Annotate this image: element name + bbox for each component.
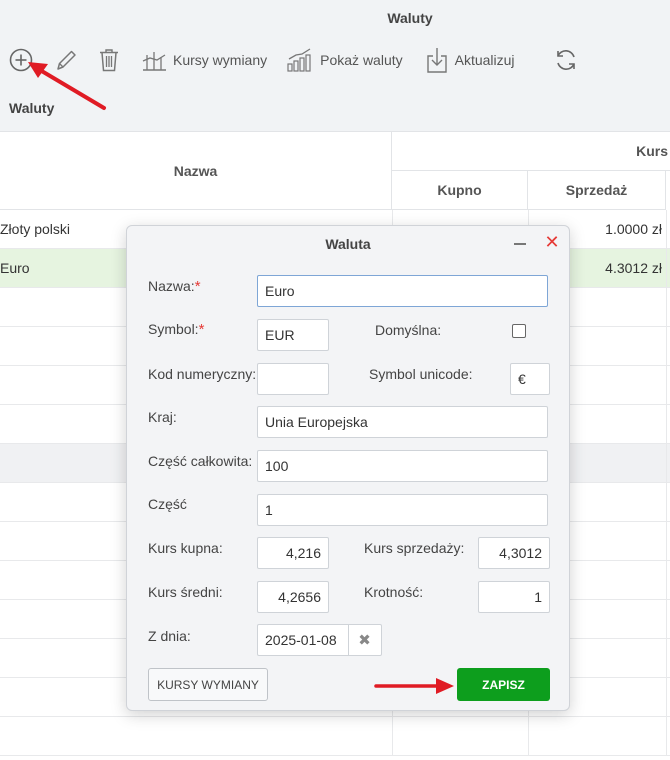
toolbar: Kursy wymiany Pokaż waluty Aktualizuj [6, 44, 579, 76]
czesc-label: Część [148, 496, 187, 512]
kurs-sprzedazy-input[interactable]: 4,3012 [478, 537, 550, 569]
unicode-label: Symbol unicode: [369, 366, 473, 382]
refresh-icon [553, 47, 579, 73]
czesc-input[interactable]: 1 [257, 494, 548, 526]
column-header-kurs: Kurs [392, 132, 670, 171]
add-button[interactable] [8, 47, 34, 73]
refresh-button[interactable] [553, 47, 579, 73]
exchange-rates-dialog-button[interactable]: KURSY WYMIANY [148, 668, 268, 701]
kraj-input[interactable]: Unia Europejska [257, 406, 548, 438]
exchange-rates-button[interactable]: Kursy wymiany [141, 47, 267, 73]
trash-icon [98, 47, 120, 73]
symbol-label-text: Symbol: [148, 321, 199, 337]
czesc-calkowita-label: Część całkowita: [148, 453, 253, 469]
nazwa-input[interactable]: Euro [257, 275, 548, 307]
top-bar: Waluty Kursy wymiany Pokaż waluty Aktual… [0, 0, 670, 132]
cell-nazwa: Złoty polski [0, 221, 71, 237]
column-header-sprzedaz[interactable]: Sprzedaż [528, 171, 666, 210]
required-asterisk-icon: * [194, 278, 201, 295]
kurs-sprzedazy-label: Kurs sprzedaży: [364, 540, 465, 556]
domyslna-checkbox[interactable] [512, 324, 526, 338]
currency-dialog: Waluta ✕ Nazwa:* Euro Symbol:* EUR Domyś… [126, 225, 570, 711]
cell-sprzedaz: 1.0000 zł [605, 221, 662, 237]
kurs-sredni-input[interactable]: 4,2656 [257, 581, 329, 613]
download-icon [425, 46, 449, 74]
cell-nazwa: Euro [0, 260, 30, 276]
plus-circle-icon [8, 47, 34, 73]
delete-button[interactable] [98, 47, 120, 73]
dialog-title: Waluta [325, 236, 371, 252]
kod-label: Kod numeryczny: [148, 366, 257, 382]
app-title: Waluty [387, 10, 433, 26]
nazwa-label-text: Nazwa: [148, 278, 195, 294]
show-currencies-button[interactable]: Pokaż waluty [286, 47, 403, 73]
czesc-calkowita-input[interactable]: 100 [257, 450, 548, 482]
kurs-kupna-input[interactable]: 4,216 [257, 537, 329, 569]
clear-date-icon[interactable]: ✖ [348, 625, 380, 655]
kurs-sredni-label: Kurs średni: [148, 584, 223, 600]
column-header-nazwa[interactable]: Nazwa [0, 132, 392, 210]
date-field[interactable]: 2025-01-08 ✖ [257, 624, 382, 656]
kraj-label: Kraj: [148, 409, 177, 425]
column-header-kupno[interactable]: Kupno [392, 171, 528, 210]
unicode-input[interactable]: € [510, 363, 550, 395]
update-label: Aktualizuj [454, 52, 515, 68]
symbol-input[interactable]: EUR [257, 319, 329, 351]
table-row[interactable] [0, 717, 670, 756]
z-dnia-label: Z dnia: [148, 628, 191, 644]
kurs-kupna-label: Kurs kupna: [148, 540, 223, 556]
pencil-icon [54, 47, 78, 73]
krotnosc-input[interactable]: 1 [478, 581, 550, 613]
nazwa-label: Nazwa:* [148, 278, 201, 295]
krotnosc-label: Krotność: [364, 584, 424, 600]
section-title: Waluty [9, 100, 55, 116]
kod-input[interactable] [257, 363, 329, 395]
required-asterisk-icon: * [198, 321, 205, 338]
edit-button[interactable] [54, 47, 78, 73]
close-icon[interactable]: ✕ [543, 233, 561, 251]
save-button[interactable]: ZAPISZ [457, 668, 550, 701]
show-currencies-label: Pokaż waluty [320, 52, 403, 68]
date-value: 2025-01-08 [265, 632, 337, 648]
exchange-rates-label: Kursy wymiany [173, 52, 268, 68]
domyslna-label: Domyślna: [375, 322, 442, 338]
bar-chart-icon [286, 47, 314, 73]
update-button[interactable]: Aktualizuj [425, 46, 515, 74]
exchange-chart-icon [141, 47, 167, 73]
cell-sprzedaz: 4.3012 zł [605, 260, 662, 276]
symbol-label: Symbol:* [148, 321, 204, 338]
minimize-icon[interactable] [513, 234, 527, 252]
